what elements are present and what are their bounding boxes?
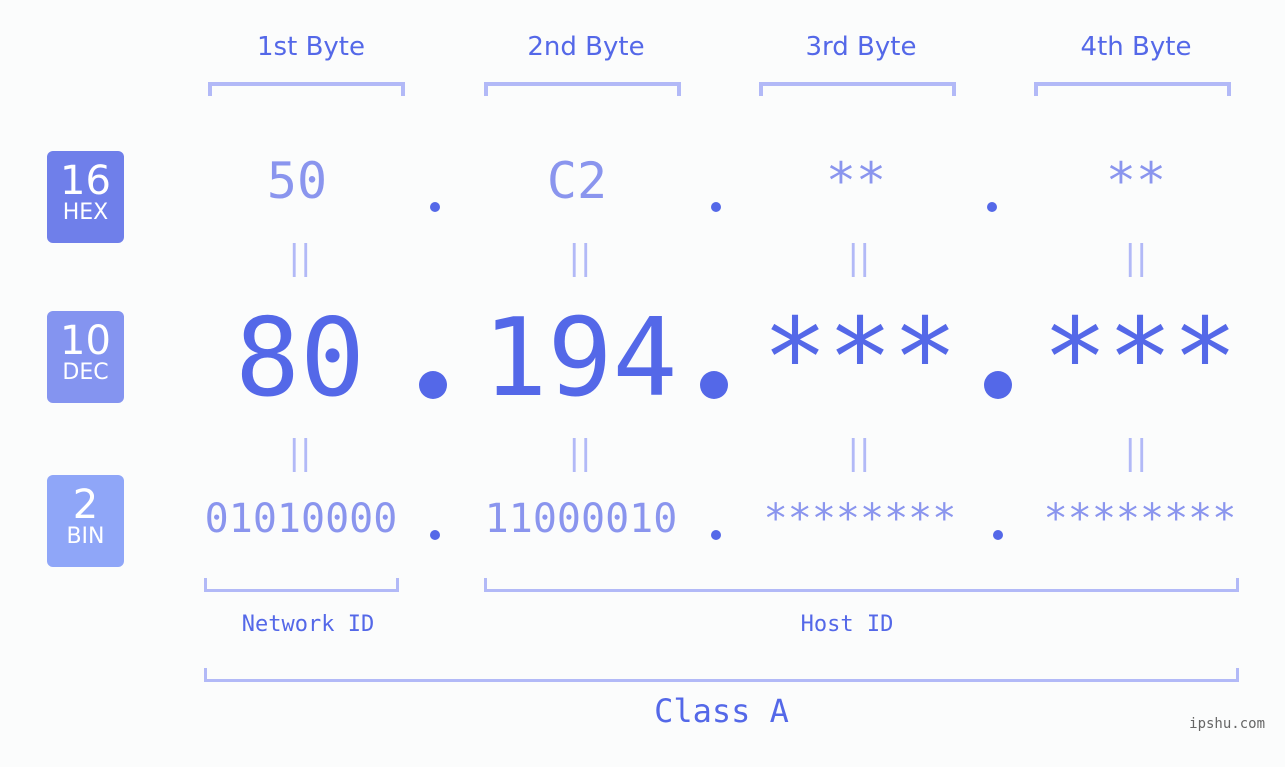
byte-header-3: 3rd Byte bbox=[805, 32, 917, 62]
equals-icon: || bbox=[847, 433, 871, 473]
class-bracket bbox=[204, 668, 1239, 682]
bin-byte-2: 11000010 bbox=[484, 496, 678, 542]
class-label: Class A bbox=[654, 692, 789, 730]
hex-byte-3: ** bbox=[825, 152, 887, 210]
hex-dot-1 bbox=[430, 202, 440, 212]
hex-dot-2 bbox=[711, 202, 721, 212]
dec-dot-3 bbox=[984, 371, 1012, 399]
hex-badge: 16 HEX bbox=[47, 151, 124, 243]
bin-badge: 2 BIN bbox=[47, 475, 124, 567]
bin-dot-3 bbox=[993, 530, 1003, 540]
equals-icon: || bbox=[847, 238, 871, 278]
bin-byte-4: ******** bbox=[1043, 496, 1237, 542]
equals-icon: || bbox=[288, 433, 312, 473]
byte-bracket-4 bbox=[1034, 82, 1231, 96]
bin-badge-label: BIN bbox=[66, 524, 105, 549]
byte-bracket-2 bbox=[484, 82, 681, 96]
byte-header-2: 2nd Byte bbox=[527, 32, 645, 62]
dec-badge: 10 DEC bbox=[47, 311, 124, 403]
equals-icon: || bbox=[568, 238, 592, 278]
hex-badge-label: HEX bbox=[62, 200, 109, 225]
dec-byte-2: 194 bbox=[482, 296, 678, 421]
network-id-bracket bbox=[204, 578, 399, 592]
equals-icon: || bbox=[1124, 433, 1148, 473]
bin-byte-3: ******** bbox=[763, 496, 957, 542]
equals-icon: || bbox=[288, 238, 312, 278]
equals-icon: || bbox=[568, 433, 592, 473]
byte-header-4: 4th Byte bbox=[1080, 32, 1192, 62]
dec-byte-4: *** bbox=[1042, 296, 1238, 421]
hex-dot-3 bbox=[987, 202, 997, 212]
host-id-label: Host ID bbox=[800, 612, 894, 637]
dec-byte-1: 80 bbox=[234, 296, 366, 421]
dec-dot-2 bbox=[700, 371, 728, 399]
equals-icon: || bbox=[1124, 238, 1148, 278]
dec-dot-1 bbox=[419, 371, 447, 399]
bin-badge-number: 2 bbox=[72, 482, 99, 528]
hex-badge-number: 16 bbox=[60, 158, 111, 204]
watermark: ipshu.com bbox=[1189, 716, 1265, 732]
hex-byte-4: ** bbox=[1105, 152, 1167, 210]
bin-dot-1 bbox=[430, 530, 440, 540]
network-id-label: Network ID bbox=[241, 612, 375, 637]
host-id-bracket bbox=[484, 578, 1239, 592]
hex-byte-2: C2 bbox=[546, 152, 608, 210]
dec-badge-number: 10 bbox=[60, 318, 111, 364]
byte-bracket-3 bbox=[759, 82, 956, 96]
byte-bracket-1 bbox=[208, 82, 405, 96]
hex-byte-1: 50 bbox=[266, 152, 328, 210]
bin-dot-2 bbox=[711, 530, 721, 540]
dec-byte-3: *** bbox=[762, 296, 958, 421]
dec-badge-label: DEC bbox=[62, 360, 109, 385]
bin-byte-1: 01010000 bbox=[204, 496, 398, 542]
byte-header-1: 1st Byte bbox=[257, 32, 365, 62]
